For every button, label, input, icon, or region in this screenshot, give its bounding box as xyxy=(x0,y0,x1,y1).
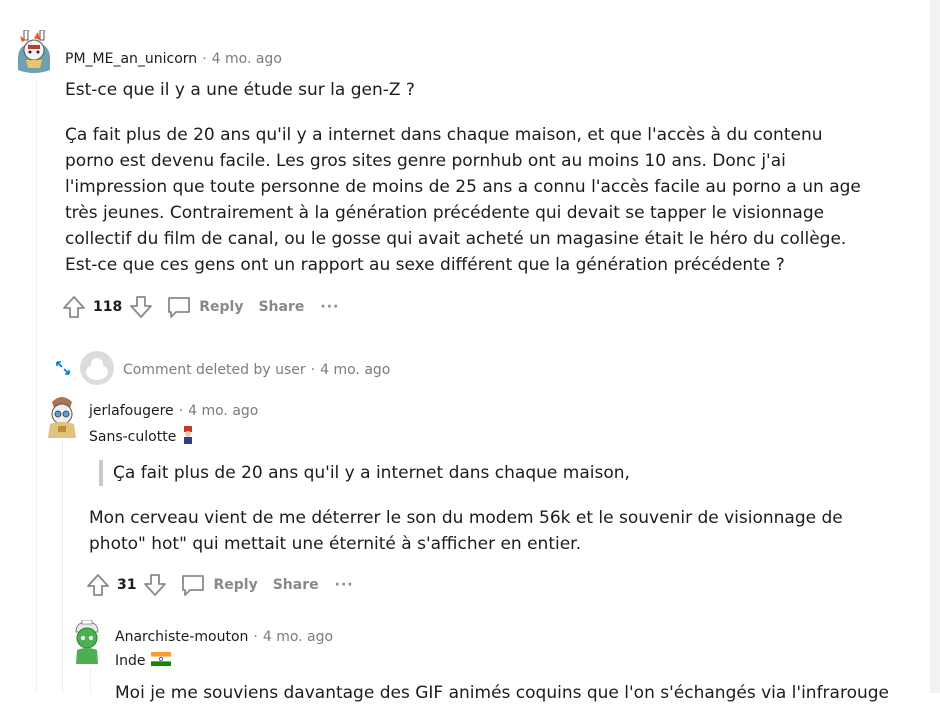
comment-header: PM_ME_an_unicorn · 4 mo. ago xyxy=(65,48,282,67)
comment-body-paragraph: Moi je me souviens davantage des GIF ani… xyxy=(115,683,890,703)
downvote-icon[interactable] xyxy=(142,572,168,598)
thread-line xyxy=(90,668,91,693)
reply-label: Reply xyxy=(213,577,258,593)
india-flag-icon xyxy=(150,651,171,670)
comment-header: Anarchiste-mouton · 4 mo. ago xyxy=(115,626,333,645)
thread-line xyxy=(36,80,37,693)
username[interactable]: Anarchiste-mouton xyxy=(115,629,248,645)
more-options-button[interactable]: ··· xyxy=(335,577,354,593)
downvote-icon[interactable] xyxy=(128,294,154,320)
separator-dot: · xyxy=(253,629,258,645)
username[interactable]: jerlafougere xyxy=(89,403,174,419)
quoted-text: Ça fait plus de 20 ans qu'il y a interne… xyxy=(99,460,853,486)
reply-label: Reply xyxy=(199,299,244,315)
separator-dot: · xyxy=(202,51,207,67)
share-button[interactable]: Share xyxy=(273,577,319,593)
comment-body-paragraph: Mon cerveau vient de me déterrer le son … xyxy=(89,508,843,554)
upvote-icon[interactable] xyxy=(61,294,87,320)
user-flair: Inde xyxy=(115,651,171,670)
flair-text: Inde xyxy=(115,652,146,669)
expand-thread-icon[interactable] xyxy=(54,359,72,377)
comment-actions: 118 Reply Share ··· xyxy=(61,293,339,321)
scrollbar[interactable] xyxy=(930,0,940,693)
flair-text: Sans-culotte xyxy=(89,429,177,445)
comment-bubble-icon xyxy=(168,297,191,318)
comment-header: jerlafougere · 4 mo. ago xyxy=(89,400,258,419)
share-button[interactable]: Share xyxy=(258,299,304,315)
more-options-button[interactable]: ··· xyxy=(320,299,339,315)
comment-actions: 31 Reply Share ··· xyxy=(85,571,354,599)
avatar[interactable] xyxy=(70,619,104,666)
thread-line xyxy=(62,440,63,693)
flair-emoji-icon xyxy=(181,426,195,448)
deleted-user-avatar xyxy=(80,351,114,385)
comment-body-paragraph: Ça fait plus de 20 ans qu'il y a interne… xyxy=(65,125,861,275)
deleted-comment-header: Comment deleted by user · 4 mo. ago xyxy=(123,359,390,378)
timestamp[interactable]: 4 mo. ago xyxy=(212,51,282,67)
timestamp[interactable]: 4 mo. ago xyxy=(188,403,258,419)
timestamp[interactable]: 4 mo. ago xyxy=(263,629,333,645)
user-flair: Sans-culotte xyxy=(89,426,195,448)
avatar[interactable] xyxy=(44,394,80,440)
upvote-icon[interactable] xyxy=(85,572,111,598)
avatar[interactable] xyxy=(16,29,54,74)
separator-dot: · xyxy=(310,362,316,378)
comment-bubble-icon xyxy=(182,575,205,596)
reply-button[interactable]: Reply xyxy=(166,294,243,320)
comment-body-paragraph: Est-ce que il y a une étude sur la gen-Z… xyxy=(65,80,415,100)
username[interactable]: PM_ME_an_unicorn xyxy=(65,51,197,67)
vote-count: 118 xyxy=(93,299,123,315)
timestamp[interactable]: 4 mo. ago xyxy=(320,362,390,378)
deleted-comment-label: Comment deleted by user xyxy=(123,362,306,378)
vote-count: 31 xyxy=(117,577,137,593)
separator-dot: · xyxy=(178,403,184,419)
reply-button[interactable]: Reply xyxy=(180,572,258,598)
